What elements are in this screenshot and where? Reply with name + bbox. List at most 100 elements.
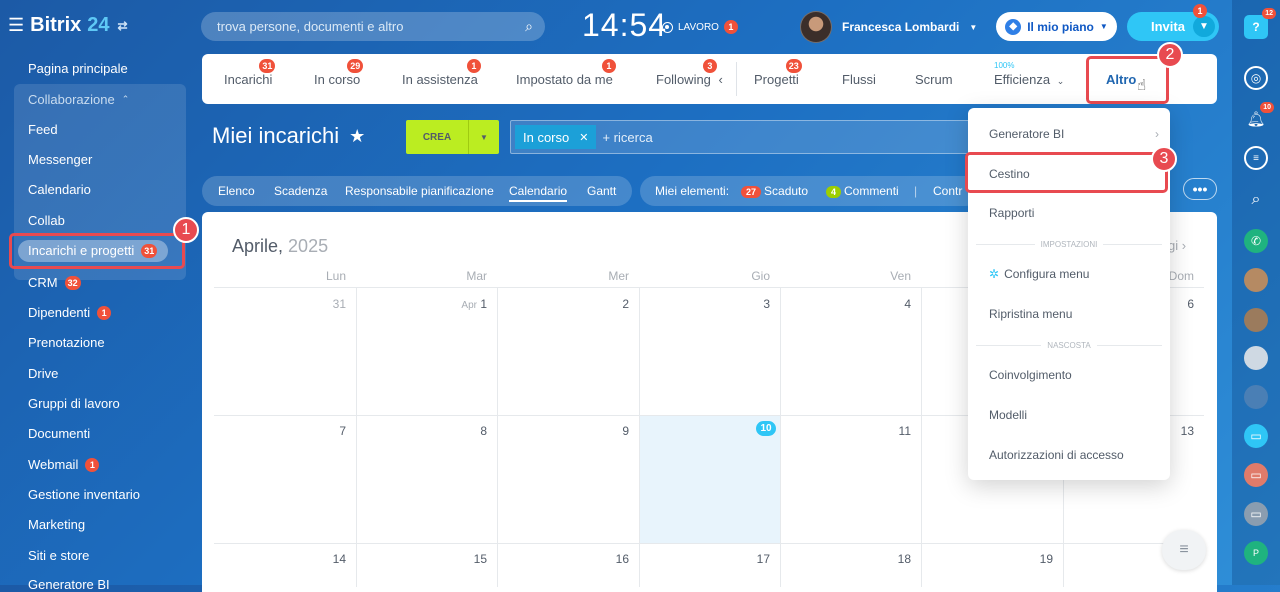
contact-card-icon[interactable]: ▭ bbox=[1244, 463, 1268, 487]
phone-icon[interactable]: ✆ bbox=[1244, 229, 1268, 253]
chat-icon[interactable]: ≡ bbox=[1244, 146, 1268, 170]
calendar-day[interactable]: 2 bbox=[599, 297, 629, 311]
sidebar-item-booking[interactable]: Prenotazione bbox=[28, 335, 105, 350]
calendar-day[interactable]: 15 bbox=[457, 552, 487, 566]
contact-avatar[interactable] bbox=[1244, 268, 1268, 292]
calendar-day[interactable]: 3 bbox=[740, 297, 770, 311]
tab-scrum[interactable]: Scrum bbox=[915, 72, 953, 87]
close-icon[interactable]: ✕ bbox=[579, 131, 588, 144]
calendar-day[interactable]: 18 bbox=[881, 552, 911, 566]
avatar bbox=[800, 11, 832, 43]
open-channel-icon[interactable]: ▭ bbox=[1244, 424, 1268, 448]
menu-burger-icon[interactable]: ☰ bbox=[8, 15, 24, 36]
sidebar-item-documents[interactable]: Documenti bbox=[28, 426, 90, 441]
view-gantt[interactable]: Gantt bbox=[587, 184, 616, 198]
app-logo[interactable]: ☰ Bitrix 24 ⇄ bbox=[8, 14, 128, 37]
menu-item-bi-builder[interactable]: Generatore BI › bbox=[989, 127, 1159, 141]
calendar-month: Aprile, 2025 bbox=[232, 236, 328, 257]
sidebar-item-crm[interactable]: CRM 32 bbox=[28, 275, 81, 290]
sidebar-collab-header[interactable]: Collaborazione ⌃ bbox=[28, 92, 129, 107]
menu-item-engagement[interactable]: Coinvolgimento bbox=[989, 368, 1072, 382]
tab-label: Efficienza bbox=[994, 72, 1051, 87]
sidebar-item-workgroups[interactable]: Gruppi di lavoro bbox=[28, 396, 120, 411]
contact-avatar[interactable] bbox=[1244, 308, 1268, 332]
filter-chip[interactable]: In corso ✕ bbox=[515, 125, 597, 149]
sidebar-item-inventory[interactable]: Gestione inventario bbox=[28, 487, 140, 502]
sidebar-item-messenger[interactable]: Messenger bbox=[28, 152, 92, 167]
view-deadline[interactable]: Scadenza bbox=[274, 184, 327, 198]
create-button[interactable]: CREA ▼ bbox=[406, 120, 499, 154]
menu-item-reports[interactable]: Rapporti bbox=[989, 206, 1034, 220]
swap-icon[interactable]: ⇄ bbox=[118, 19, 128, 33]
contr-counter[interactable]: Contr bbox=[933, 184, 962, 198]
view-planner[interactable]: Responsabile pianificazione bbox=[345, 184, 494, 198]
filter-search-input[interactable]: In corso ✕ + ricerca bbox=[510, 120, 980, 154]
chevron-left-icon[interactable]: ‹ bbox=[719, 72, 723, 87]
contact-card-icon[interactable]: ▭ bbox=[1244, 502, 1268, 526]
view-list[interactable]: Elenco bbox=[218, 184, 255, 198]
tab-set-by-me[interactable]: Impostato da me 1 bbox=[516, 59, 616, 87]
sidebar-item-collab[interactable]: Collab bbox=[28, 213, 65, 228]
invite-button[interactable]: Invita ▼ 1 bbox=[1127, 4, 1219, 41]
tab-efficiency[interactable]: 100% Efficienza ⌄ bbox=[994, 61, 1064, 87]
work-status[interactable]: LAVORO 1 bbox=[662, 20, 738, 34]
settings-section-header: IMPOSTAZIONI bbox=[976, 240, 1162, 249]
tab-in-progress[interactable]: In corso 29 bbox=[314, 59, 364, 87]
menu-item-templates[interactable]: Modelli bbox=[989, 408, 1027, 422]
sidebar-item-drive[interactable]: Drive bbox=[28, 366, 58, 381]
today-nav[interactable]: gi › bbox=[1168, 238, 1186, 253]
calendar-day[interactable]: 4 bbox=[881, 297, 911, 311]
more-options-button[interactable]: ••• bbox=[1183, 178, 1217, 200]
search-icon[interactable]: ⌕ bbox=[525, 18, 533, 35]
calendar-day[interactable]: 11 bbox=[881, 424, 911, 438]
overdue-counter[interactable]: 27 Scaduto bbox=[741, 184, 808, 198]
calendar-day[interactable]: 17 bbox=[740, 552, 770, 566]
calendar-day[interactable]: 31 bbox=[316, 297, 346, 311]
tab-tasks[interactable]: Incarichi 31 bbox=[224, 59, 276, 87]
view-calendar[interactable]: Calendario bbox=[509, 184, 568, 202]
search-icon[interactable]: ⌕ bbox=[1244, 188, 1268, 212]
sidebar-item-feed[interactable]: Feed bbox=[28, 122, 58, 137]
menu-item-reset[interactable]: Ripristina menu bbox=[989, 307, 1072, 321]
sidebar-item-marketing[interactable]: Marketing bbox=[28, 517, 85, 532]
contact-avatar[interactable] bbox=[1244, 346, 1268, 370]
user-menu[interactable]: Francesca Lombardi ▼ bbox=[800, 11, 977, 43]
calendar-day[interactable]: 9 bbox=[599, 424, 629, 438]
sidebar-item-employees[interactable]: Dipendenti 1 bbox=[28, 305, 112, 320]
menu-item-configure[interactable]: ✲ Configura menu bbox=[989, 267, 1089, 281]
contact-avatar[interactable] bbox=[1244, 385, 1268, 409]
create-label: CREA bbox=[422, 131, 452, 143]
chevron-up-icon: ⌃ bbox=[121, 94, 130, 104]
create-dropdown-icon[interactable]: ▼ bbox=[468, 120, 499, 154]
chevron-down-icon: ▼ bbox=[1099, 22, 1108, 31]
sidebar-item-calendar[interactable]: Calendario bbox=[28, 182, 91, 197]
sidebar-item-home[interactable]: Pagina principale bbox=[28, 61, 128, 76]
list-menu-button[interactable]: ≡ bbox=[1162, 530, 1206, 570]
help-icon[interactable]: ? 12 bbox=[1244, 8, 1276, 39]
global-search-input[interactable]: trova persone, documenti e altro ⌕ bbox=[201, 12, 545, 41]
today-cell[interactable] bbox=[639, 416, 780, 544]
calendar-day[interactable]: 16 bbox=[599, 552, 629, 566]
calendar-day[interactable]: 7 bbox=[316, 424, 346, 438]
menu-item-access[interactable]: Autorizzazioni di accesso bbox=[989, 448, 1124, 462]
invite-dropdown-icon[interactable]: ▼ bbox=[1193, 16, 1215, 37]
sidebar-item-sites[interactable]: Siti e store bbox=[28, 548, 89, 563]
tab-flows[interactable]: Flussi bbox=[842, 72, 876, 87]
calendar-day[interactable]: 14 bbox=[316, 552, 346, 566]
calendar-day[interactable]: 19 bbox=[1023, 552, 1053, 566]
sidebar-item-webmail[interactable]: Webmail 1 bbox=[28, 457, 100, 472]
overdue-label: Scaduto bbox=[764, 184, 809, 198]
tab-projects[interactable]: Progetti 23 bbox=[754, 59, 802, 87]
tab-assisting[interactable]: In assistenza 1 bbox=[402, 59, 481, 87]
comments-counter[interactable]: 4 Commenti bbox=[826, 184, 899, 198]
calendar-day[interactable]: 8 bbox=[457, 424, 487, 438]
chevron-right-icon[interactable]: › bbox=[1182, 238, 1186, 253]
bell-icon[interactable]: 🔔︎ 10 bbox=[1244, 102, 1274, 131]
goals-icon[interactable]: ◎ bbox=[1244, 66, 1268, 90]
star-icon[interactable]: ★ bbox=[349, 126, 365, 147]
plan-button[interactable]: ◆ Il mio piano ▼ bbox=[996, 12, 1117, 41]
tab-following[interactable]: Following 3 ‹ bbox=[656, 59, 723, 87]
sidebar-item-label: Dipendenti bbox=[28, 305, 91, 320]
bot-icon[interactable]: P bbox=[1244, 541, 1268, 565]
calendar-day[interactable]: Apr 1 bbox=[437, 297, 487, 311]
